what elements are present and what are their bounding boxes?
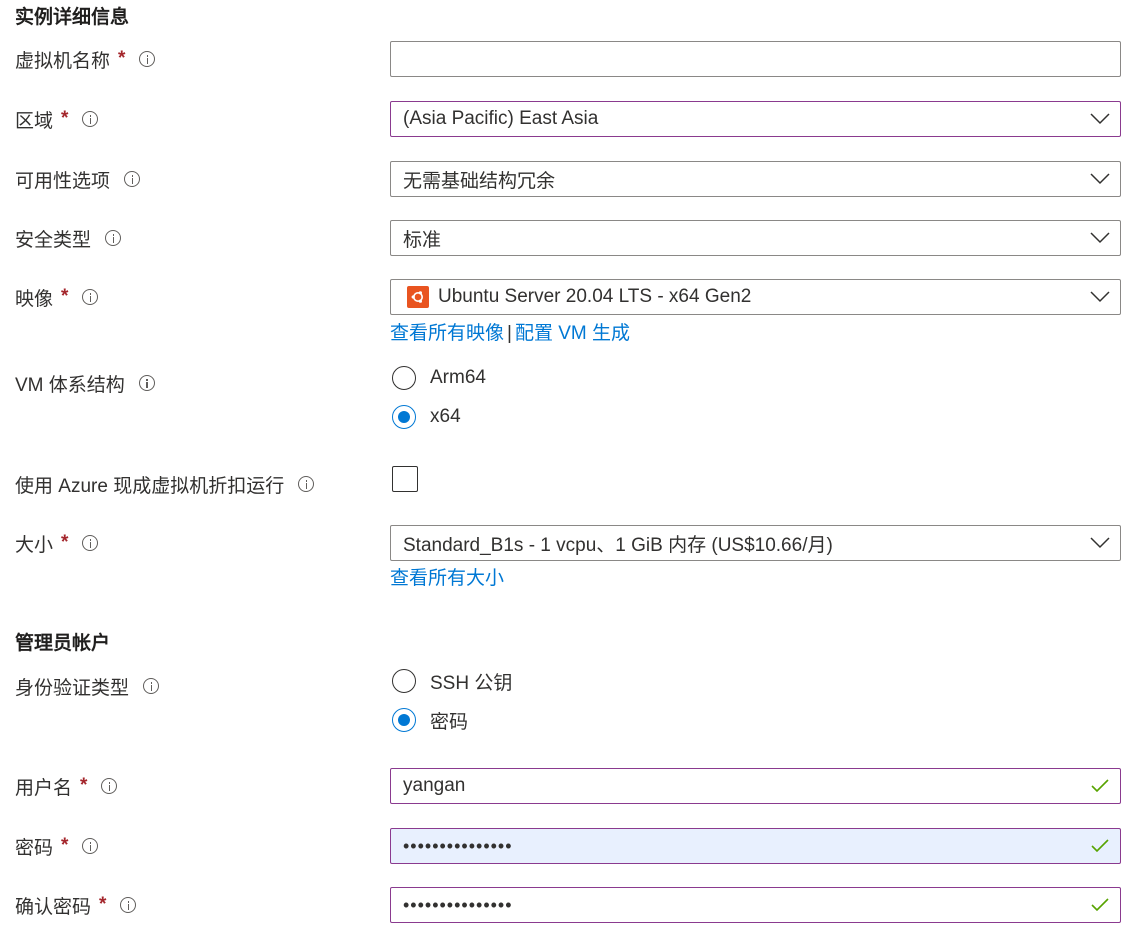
size-label-row: 大小 * <box>15 525 99 561</box>
availability-select[interactable]: 无需基础结构冗余 <box>390 161 1121 197</box>
required-marker: * <box>61 835 69 856</box>
username-value: yangan <box>403 775 466 796</box>
vm-name-label-row: 虚拟机名称 * <box>15 41 156 77</box>
required-marker: * <box>61 108 69 129</box>
image-value: Ubuntu Server 20.04 LTS - x64 Gen2 <box>438 286 752 307</box>
chevron-down-icon <box>1080 162 1120 196</box>
confirm-password-label: 确认密码 <box>15 896 92 918</box>
info-icon[interactable] <box>138 375 155 391</box>
section-title-instance-details: 实例详细信息 <box>15 7 130 28</box>
radio-label: SSH 公钥 <box>430 672 513 694</box>
radio-ssh-public-key[interactable]: SSH 公钥 <box>392 666 512 696</box>
image-label: 映像 <box>15 288 54 310</box>
see-all-images-link[interactable]: 查看所有映像 <box>390 323 504 344</box>
chevron-down-icon <box>1080 221 1120 255</box>
username-label-row: 用户名 * <box>15 768 118 804</box>
azure-spot-label-row: 使用 Azure 现成虚拟机折扣运行 <box>15 466 315 502</box>
section-title-admin-account: 管理员帐户 <box>15 633 111 654</box>
required-marker: * <box>61 286 69 307</box>
auth-type-label-row: 身份验证类型 <box>15 668 160 704</box>
radio-label: Arm64 <box>430 367 486 388</box>
radio-label: 密码 <box>430 711 469 733</box>
image-links: 查看所有映像 | 配置 VM 生成 <box>390 318 630 345</box>
password-input[interactable]: ••••••••••••••• <box>390 828 1121 864</box>
radio-button[interactable] <box>392 405 416 429</box>
region-select[interactable]: (Asia Pacific) East Asia <box>390 101 1121 137</box>
confirm-password-input[interactable]: ••••••••••••••• <box>390 887 1121 923</box>
size-select[interactable]: Standard_B1s - 1 vcpu、1 GiB 内存 (US$10.66… <box>390 525 1121 561</box>
chevron-down-icon <box>1080 102 1120 136</box>
vm-architecture-label-row: VM 体系结构 <box>15 365 155 401</box>
info-icon[interactable] <box>101 778 118 794</box>
info-icon[interactable] <box>124 171 141 187</box>
security-type-select[interactable]: 标准 <box>390 220 1121 256</box>
security-type-label-row: 安全类型 <box>15 220 122 256</box>
required-marker: * <box>61 532 69 553</box>
radio-label: x64 <box>430 406 461 427</box>
chevron-down-icon <box>1080 526 1120 560</box>
checkmark-icon <box>1080 769 1120 803</box>
radio-button[interactable] <box>392 669 416 693</box>
required-marker: * <box>99 894 107 915</box>
azure-spot-label: 使用 Azure 现成虚拟机折扣运行 <box>15 475 285 497</box>
availability-value: 无需基础结构冗余 <box>403 170 556 192</box>
username-input[interactable]: yangan <box>390 768 1121 804</box>
vm-architecture-label: VM 体系结构 <box>15 374 125 396</box>
azure-spot-checkbox[interactable] <box>392 466 418 492</box>
security-type-value: 标准 <box>403 229 442 251</box>
vm-name-label: 虚拟机名称 <box>15 50 111 72</box>
required-marker: * <box>118 48 126 69</box>
size-value: Standard_B1s - 1 vcpu、1 GiB 内存 (US$10.66… <box>403 534 833 556</box>
radio-x64[interactable]: x64 <box>392 402 461 432</box>
info-icon[interactable] <box>139 51 156 67</box>
username-label: 用户名 <box>15 777 73 799</box>
radio-button[interactable] <box>392 366 416 390</box>
region-label-row: 区域 * <box>15 101 99 137</box>
radio-button[interactable] <box>392 708 416 732</box>
info-icon[interactable] <box>120 897 137 913</box>
link-separator: | <box>507 323 512 344</box>
chevron-down-icon <box>1080 280 1120 314</box>
radio-arm64[interactable]: Arm64 <box>392 363 486 393</box>
image-select[interactable]: Ubuntu Server 20.04 LTS - x64 Gen2 <box>390 279 1121 315</box>
availability-label-row: 可用性选项 <box>15 161 141 197</box>
checkmark-icon <box>1080 829 1120 863</box>
info-icon[interactable] <box>82 111 99 127</box>
confirm-password-label-row: 确认密码 * <box>15 887 137 923</box>
availability-label: 可用性选项 <box>15 170 111 192</box>
configure-vm-generation-link[interactable]: 配置 VM 生成 <box>515 323 630 344</box>
info-icon[interactable] <box>298 476 315 492</box>
confirm-password-value: ••••••••••••••• <box>403 894 513 915</box>
info-icon[interactable] <box>82 535 99 551</box>
see-all-sizes-link[interactable]: 查看所有大小 <box>390 568 504 589</box>
vm-name-input[interactable] <box>390 41 1121 77</box>
auth-type-label: 身份验证类型 <box>15 677 130 699</box>
security-type-label: 安全类型 <box>15 229 92 251</box>
info-icon[interactable] <box>143 678 160 694</box>
info-icon[interactable] <box>105 230 122 246</box>
region-label: 区域 <box>15 110 54 132</box>
required-marker: * <box>80 775 88 796</box>
password-label: 密码 <box>15 837 54 859</box>
info-icon[interactable] <box>82 838 99 854</box>
password-label-row: 密码 * <box>15 828 99 864</box>
ubuntu-logo-icon <box>407 286 429 308</box>
checkmark-icon <box>1080 888 1120 922</box>
size-links: 查看所有大小 <box>390 563 504 590</box>
password-value: ••••••••••••••• <box>403 835 513 856</box>
size-label: 大小 <box>15 534 54 556</box>
info-icon[interactable] <box>82 289 99 305</box>
image-label-row: 映像 * <box>15 279 99 315</box>
region-value: (Asia Pacific) East Asia <box>403 108 599 129</box>
radio-password[interactable]: 密码 <box>392 705 468 735</box>
